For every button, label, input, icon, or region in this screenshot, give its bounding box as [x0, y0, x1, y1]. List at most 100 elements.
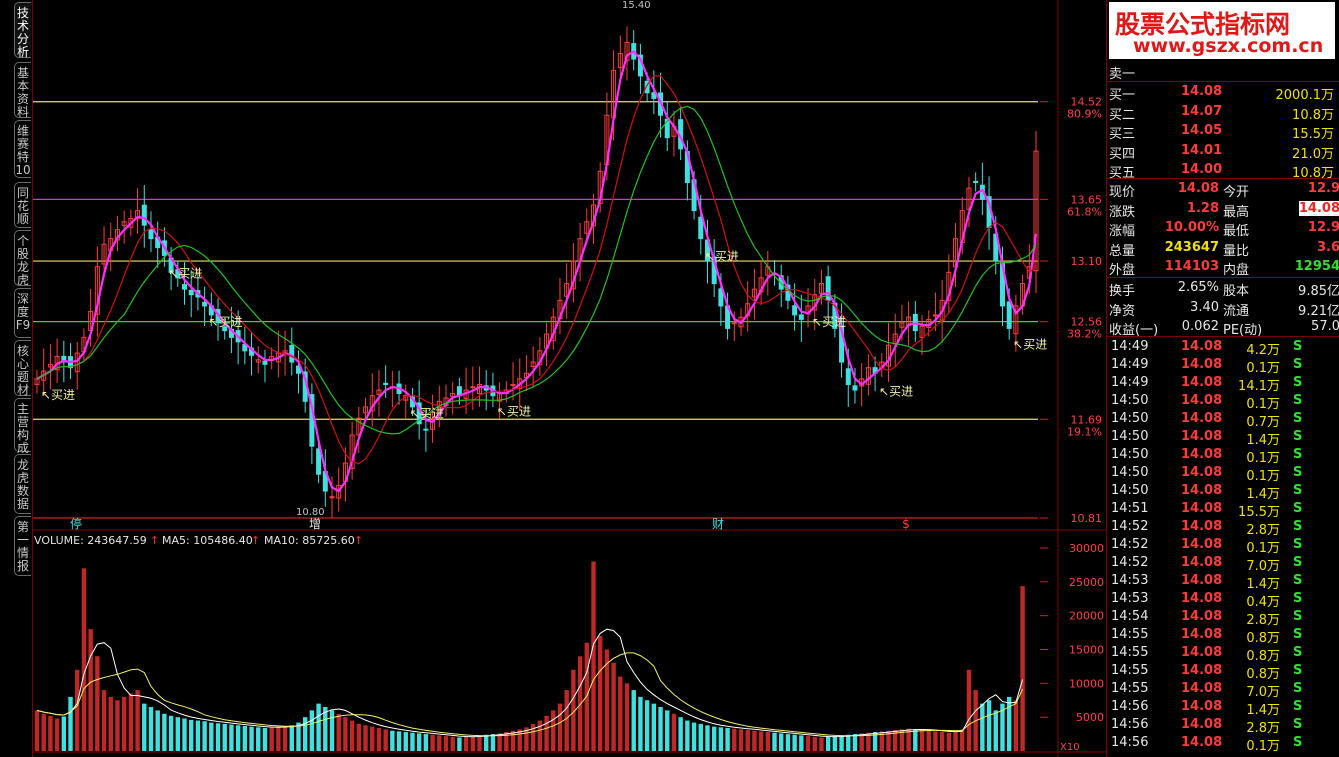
volume-bar: [235, 725, 241, 751]
stat-label: 现价: [1109, 185, 1136, 198]
sell-row: 卖一: [1107, 62, 1339, 80]
volume-bar: [135, 690, 140, 751]
volume-bar: [309, 710, 315, 751]
tick-price: 14.08: [1181, 573, 1223, 588]
volume-bar: [1020, 586, 1025, 751]
tick-volume: 0.4万: [1246, 595, 1280, 608]
tick-time: 14:53: [1111, 591, 1149, 606]
tick-side: S: [1293, 627, 1303, 642]
volume-bar: [665, 710, 670, 751]
volume-bar: [825, 736, 831, 751]
volume-bar: [490, 734, 496, 751]
candle-body: [798, 314, 804, 320]
volume-bar: [155, 710, 160, 751]
trade-tick-row: 14:53 14.08 0.4万 S: [1107, 590, 1339, 608]
volume-bar: [282, 725, 288, 751]
volume-bar: [611, 663, 616, 751]
fund-label: 换手: [1109, 284, 1136, 297]
volume-bar: [537, 720, 543, 751]
tick-price: 14.08: [1181, 663, 1223, 678]
kline-chart[interactable]: 14.5280.9%13.6561.8%13.1012.5638.2%11.69…: [0, 0, 1106, 757]
volume-bar: [658, 707, 663, 751]
tick-side: S: [1293, 663, 1303, 678]
tick-time: 14:50: [1111, 393, 1149, 408]
tick-side: S: [1293, 717, 1303, 732]
divider: [1107, 81, 1339, 82]
event-marker: 停: [70, 516, 82, 531]
volume-bar: [175, 717, 180, 751]
volume-bar: [738, 729, 744, 751]
tick-price: 14.08: [1181, 699, 1223, 714]
bid-label: 买四: [1109, 146, 1136, 160]
tick-price: 14.08: [1181, 645, 1223, 660]
volume-bar: [792, 734, 797, 751]
volume-bar: [430, 734, 435, 751]
tick-time: 14:52: [1111, 537, 1149, 552]
volume-bar: [732, 728, 737, 751]
stat-value: 14.08: [1177, 181, 1219, 196]
volume-bar: [597, 635, 603, 751]
tick-volume: 2.8万: [1246, 721, 1280, 734]
volume-bar: [691, 722, 697, 751]
volume-bar: [644, 700, 650, 751]
volume-bar: [745, 730, 750, 751]
volume-bar: [457, 737, 462, 751]
stat-label2: 内盘: [1223, 263, 1250, 276]
candle-body: [289, 344, 295, 363]
tick-side: S: [1293, 591, 1303, 606]
candle-body: [1006, 301, 1012, 329]
trade-tick-row: 14:56 14.08 2.8万 S: [1107, 716, 1339, 734]
fund-label2: PE(动): [1223, 323, 1263, 336]
volume-bar: [557, 703, 563, 751]
fund-value: 2.65%: [1177, 280, 1219, 295]
trade-tick-row: 14:52 14.08 2.8万 S: [1107, 518, 1339, 536]
stat-row: 涨幅 10.00% 最低 12.9: [1107, 219, 1339, 237]
bid-label: 买一: [1109, 88, 1136, 101]
volume-bar: [852, 734, 858, 751]
tick-time: 14:50: [1111, 429, 1149, 444]
volume-bar: [128, 693, 134, 751]
volume-bar: [698, 723, 703, 751]
volume-axis-label: 5000: [1076, 711, 1104, 724]
volume-bar: [678, 717, 683, 751]
buy-signal-label: ↖买进: [705, 250, 739, 264]
bid-price: 14.08: [1181, 84, 1223, 99]
buy-signal-label: ↖买进: [812, 315, 846, 329]
fund-value2: 57.0: [1311, 319, 1339, 334]
volume-bar: [919, 730, 925, 751]
bid-volume: 15.5万: [1292, 127, 1334, 140]
tick-time: 14:55: [1111, 663, 1149, 678]
volume-bar: [108, 696, 113, 751]
candle-body: [932, 314, 938, 317]
tick-side: S: [1293, 501, 1303, 516]
volume-bar: [222, 723, 227, 751]
high-price-label: 15.40: [622, 0, 651, 11]
volume-bar: [805, 736, 811, 751]
volume-bar: [960, 729, 965, 751]
bid-label: 买二: [1109, 107, 1136, 121]
volume-bar: [1013, 700, 1019, 751]
trade-tick-row: 14:50 14.08 0.1万 S: [1107, 464, 1339, 482]
price-axis-label: 10.81: [1071, 512, 1103, 525]
stat-label: 外盘: [1109, 263, 1136, 276]
stat-value2: 12.9: [1307, 220, 1339, 235]
volume-bar: [510, 730, 516, 751]
volume-bar: [718, 727, 724, 751]
stat-label2: 今开: [1223, 185, 1250, 198]
volume-bar: [1006, 696, 1012, 751]
stat-value2: 12.9: [1307, 181, 1339, 196]
tick-side: S: [1293, 681, 1303, 696]
volume-bar: [752, 730, 757, 751]
tick-volume: 0.8万: [1246, 631, 1280, 644]
ma5-label: MA5: 105486.40: [162, 534, 253, 547]
tick-price: 14.08: [1181, 429, 1223, 444]
volume-axis-label: 10000: [1069, 677, 1104, 690]
tick-side: S: [1293, 555, 1303, 570]
tick-volume: 0.1万: [1246, 361, 1280, 374]
trade-tick-row: 14:50 14.08 1.4万 S: [1107, 428, 1339, 446]
tick-volume: 0.8万: [1246, 667, 1280, 680]
volume-bar: [95, 656, 100, 751]
tick-price: 14.08: [1181, 411, 1223, 426]
volume-bar: [195, 720, 201, 751]
tick-side: S: [1293, 537, 1303, 552]
